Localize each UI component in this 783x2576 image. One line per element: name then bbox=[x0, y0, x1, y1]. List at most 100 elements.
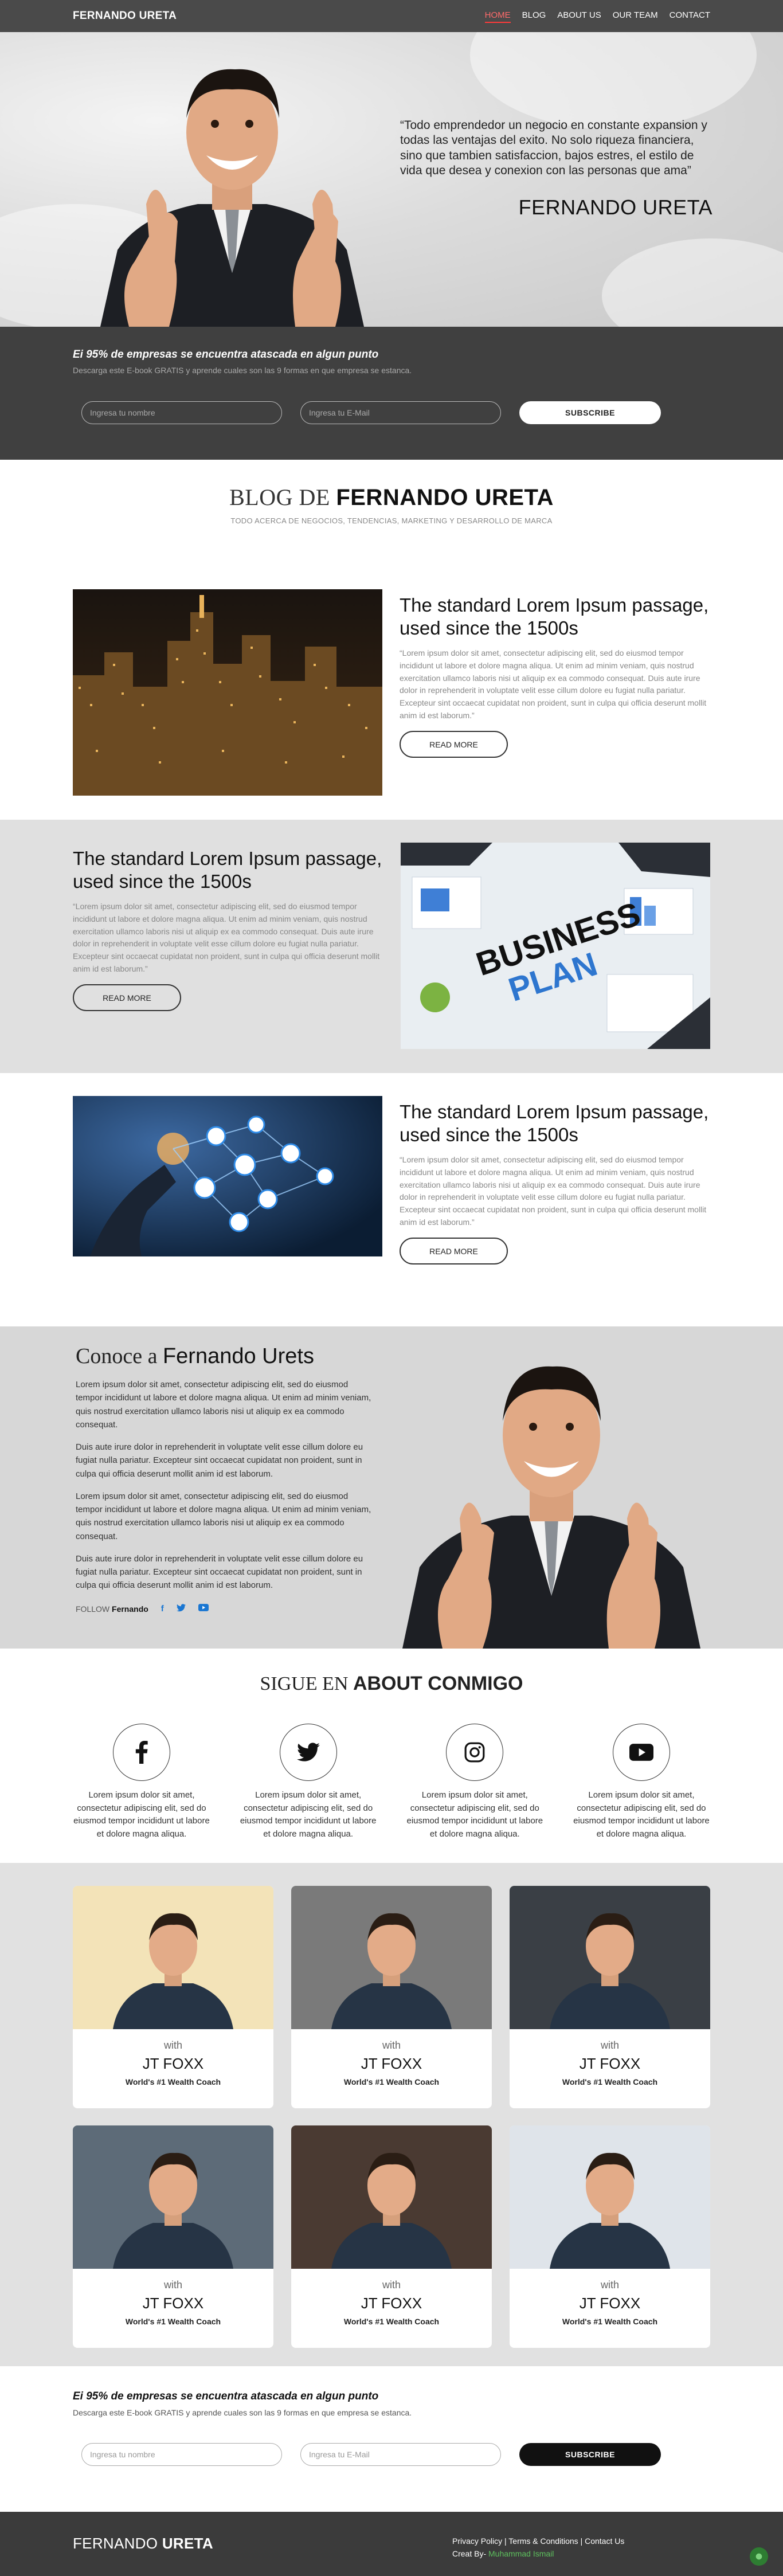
instagram-icon[interactable] bbox=[446, 1724, 504, 1781]
subscribe-text: Descarga este E-book GRATIS y aprende cu… bbox=[73, 366, 412, 375]
post-image-city[interactable] bbox=[73, 589, 382, 796]
nav-home[interactable]: HOME bbox=[484, 10, 511, 23]
coach-card[interactable]: with JT FOXX World's #1 Wealth Coach bbox=[73, 1886, 273, 2108]
coach-photo bbox=[291, 2125, 492, 2269]
youtube-icon[interactable] bbox=[612, 1724, 670, 1781]
coach-name: JT FOXX bbox=[361, 2055, 422, 2072]
about-title-prefix: Conoce a bbox=[76, 1344, 158, 1368]
coach-with: with bbox=[163, 2279, 182, 2291]
twitter-icon[interactable] bbox=[279, 1724, 337, 1781]
coach-with: with bbox=[382, 2039, 401, 2051]
about-text: Conoce a Fernando Urets Lorem ipsum dolo… bbox=[76, 1344, 374, 1614]
post-text: The standard Lorem Ipsum passage, used s… bbox=[73, 847, 382, 1012]
coach-card[interactable]: with JT FOXX World's #1 Wealth Coach bbox=[291, 2125, 492, 2348]
coach-title: World's #1 Wealth Coach bbox=[343, 2077, 440, 2086]
coach-photo bbox=[510, 2125, 710, 2269]
follow-row: FOLLOW Fernando f bbox=[76, 1603, 374, 1614]
blog-header: BLOG DE FERNANDO URETA TODO ACERCA DE NE… bbox=[0, 460, 783, 566]
footer-policy-links[interactable]: Privacy Policy | Terms & Conditions | Co… bbox=[452, 2535, 710, 2547]
footer-brand[interactable]: FERNANDO URETA bbox=[73, 2535, 213, 2561]
footer: FERNANDO URETA Privacy Policy | Terms & … bbox=[0, 2512, 783, 2576]
coach-title: World's #1 Wealth Coach bbox=[562, 2077, 658, 2086]
post-body: “Lorem ipsum dolor sit amet, consectetur… bbox=[400, 1155, 707, 1227]
footer-credit: Creat By- Muhammad Ismail bbox=[452, 2547, 710, 2560]
coach-name: JT FOXX bbox=[579, 2295, 641, 2312]
facebook-icon[interactable] bbox=[113, 1724, 170, 1781]
subscribe-heading: Ei 95% de empresas se encuentra atascada… bbox=[73, 349, 379, 361]
social-text: Lorem ipsum dolor sit amet, consectetur … bbox=[240, 1790, 377, 1839]
coach-with: with bbox=[163, 2039, 182, 2051]
social-item-twitter: Lorem ipsum dolor sit amet, consectetur … bbox=[240, 1724, 377, 1841]
email-input[interactable]: Ingresa tu E-Mail bbox=[300, 401, 501, 424]
social-title-prefix: SIGUE EN bbox=[260, 1673, 349, 1694]
hero-name: FERNANDO URETA bbox=[518, 195, 712, 219]
footer-links: Privacy Policy | Terms & Conditions | Co… bbox=[452, 2535, 710, 2561]
read-more-button[interactable]: READ MORE bbox=[73, 984, 181, 1012]
subscribe-section-top: Ei 95% de empresas se encuentra atascada… bbox=[0, 327, 783, 460]
subscribe-button[interactable]: SUBSCRIBE bbox=[519, 2442, 661, 2466]
about-paragraph: Lorem ipsum dolor sit amet, consectetur … bbox=[76, 1491, 371, 1541]
coach-with: with bbox=[382, 2279, 401, 2291]
coach-card[interactable]: with JT FOXX World's #1 Wealth Coach bbox=[73, 2125, 273, 2348]
main-menu: HOME BLOG ABOUT US OUR TEAM CONTACT bbox=[484, 10, 710, 23]
blog-post: The standard Lorem Ipsum passage, used s… bbox=[0, 820, 783, 1073]
subscribe-form: Ingresa tu nombre Ingresa tu E-Mail SUBS… bbox=[73, 2442, 710, 2466]
coach-card[interactable]: with JT FOXX World's #1 Wealth Coach bbox=[291, 1886, 492, 2108]
coach-title: World's #1 Wealth Coach bbox=[562, 2317, 658, 2326]
coach-card[interactable]: with JT FOXX World's #1 Wealth Coach bbox=[510, 1886, 710, 2108]
twitter-icon[interactable] bbox=[176, 1603, 186, 1614]
youtube-icon[interactable] bbox=[198, 1604, 209, 1614]
coach-with: with bbox=[600, 2279, 619, 2291]
social-section: SIGUE EN ABOUT CONMIGO Lorem ipsum dolor… bbox=[0, 1649, 783, 1863]
chat-icon[interactable] bbox=[750, 2547, 768, 2566]
social-item-facebook: Lorem ipsum dolor sit amet, consectetur … bbox=[73, 1724, 210, 1841]
coaches-section: with JT FOXX World's #1 Wealth Coach with JT… bbox=[0, 1863, 783, 2366]
post-text: The standard Lorem Ipsum passage, used s… bbox=[400, 594, 709, 758]
nav-contact[interactable]: CONTACT bbox=[670, 10, 710, 22]
about-section: Conoce a Fernando Urets Lorem ipsum dolo… bbox=[0, 1326, 783, 1649]
subscribe-section-bottom: Ei 95% de empresas se encuentra atascada… bbox=[0, 2366, 783, 2512]
credit-name[interactable]: Muhammad Ismail bbox=[488, 2549, 554, 2558]
footer-brand-bold: URETA bbox=[162, 2535, 213, 2552]
subscribe-button[interactable]: SUBSCRIBE bbox=[519, 401, 661, 424]
subscribe-form: Ingresa tu nombre Ingresa tu E-Mail SUBS… bbox=[73, 401, 710, 424]
coach-title: World's #1 Wealth Coach bbox=[125, 2317, 221, 2326]
blog-title: BLOG DE FERNANDO URETA bbox=[0, 484, 783, 511]
facebook-icon[interactable]: f bbox=[161, 1604, 164, 1614]
nav-our-team[interactable]: OUR TEAM bbox=[613, 10, 658, 22]
blog-post: The standard Lorem Ipsum passage, used s… bbox=[0, 566, 783, 820]
name-input[interactable]: Ingresa tu nombre bbox=[81, 401, 282, 424]
coach-photo bbox=[291, 1886, 492, 2029]
read-more-button[interactable]: READ MORE bbox=[400, 731, 508, 758]
coach-name: JT FOXX bbox=[579, 2055, 641, 2072]
about-person-image bbox=[402, 1366, 700, 1649]
nav-blog[interactable]: BLOG bbox=[522, 10, 546, 22]
post-title[interactable]: The standard Lorem Ipsum passage, used s… bbox=[73, 847, 382, 892]
about-paragraph: Duis aute irure dolor in reprehenderit i… bbox=[76, 1553, 363, 1591]
about-title-name: Fernando Urets bbox=[162, 1344, 314, 1368]
credit-label: Creat By- bbox=[452, 2549, 487, 2559]
read-more-button[interactable]: READ MORE bbox=[400, 1238, 508, 1265]
social-item-instagram: Lorem ipsum dolor sit amet, consectetur … bbox=[406, 1724, 543, 1841]
post-image-business-plan[interactable]: BUSINESS PLAN bbox=[401, 843, 710, 1049]
name-input[interactable]: Ingresa tu nombre bbox=[81, 2442, 282, 2466]
top-navbar: FERNANDO URETA HOME BLOG ABOUT US OUR TE… bbox=[0, 0, 783, 32]
coach-photo bbox=[73, 2125, 273, 2269]
post-body: “Lorem ipsum dolor sit amet, consectetur… bbox=[73, 902, 380, 973]
subscribe-text: Descarga este E-book GRATIS y aprende cu… bbox=[73, 2408, 412, 2417]
post-image-network[interactable] bbox=[73, 1096, 382, 1256]
coach-name: JT FOXX bbox=[142, 2055, 204, 2072]
follow-label: FOLLOW Fernando bbox=[76, 1604, 148, 1614]
subscribe-heading: Ei 95% de empresas se encuentra atascada… bbox=[73, 2390, 379, 2402]
post-title[interactable]: The standard Lorem Ipsum passage, used s… bbox=[400, 594, 709, 639]
coach-name: JT FOXX bbox=[361, 2295, 422, 2312]
cloud-decor bbox=[470, 32, 757, 130]
coach-photo bbox=[510, 1886, 710, 2029]
post-title[interactable]: The standard Lorem Ipsum passage, used s… bbox=[400, 1101, 709, 1146]
nav-about-us[interactable]: ABOUT US bbox=[557, 10, 601, 22]
coach-card[interactable]: with JT FOXX World's #1 Wealth Coach bbox=[510, 2125, 710, 2348]
blog-post: The standard Lorem Ipsum passage, used s… bbox=[0, 1073, 783, 1326]
brand-logo[interactable]: FERNANDO URETA bbox=[73, 10, 177, 22]
email-input[interactable]: Ingresa tu E-Mail bbox=[300, 2442, 501, 2466]
social-text: Lorem ipsum dolor sit amet, consectetur … bbox=[573, 1790, 710, 1839]
